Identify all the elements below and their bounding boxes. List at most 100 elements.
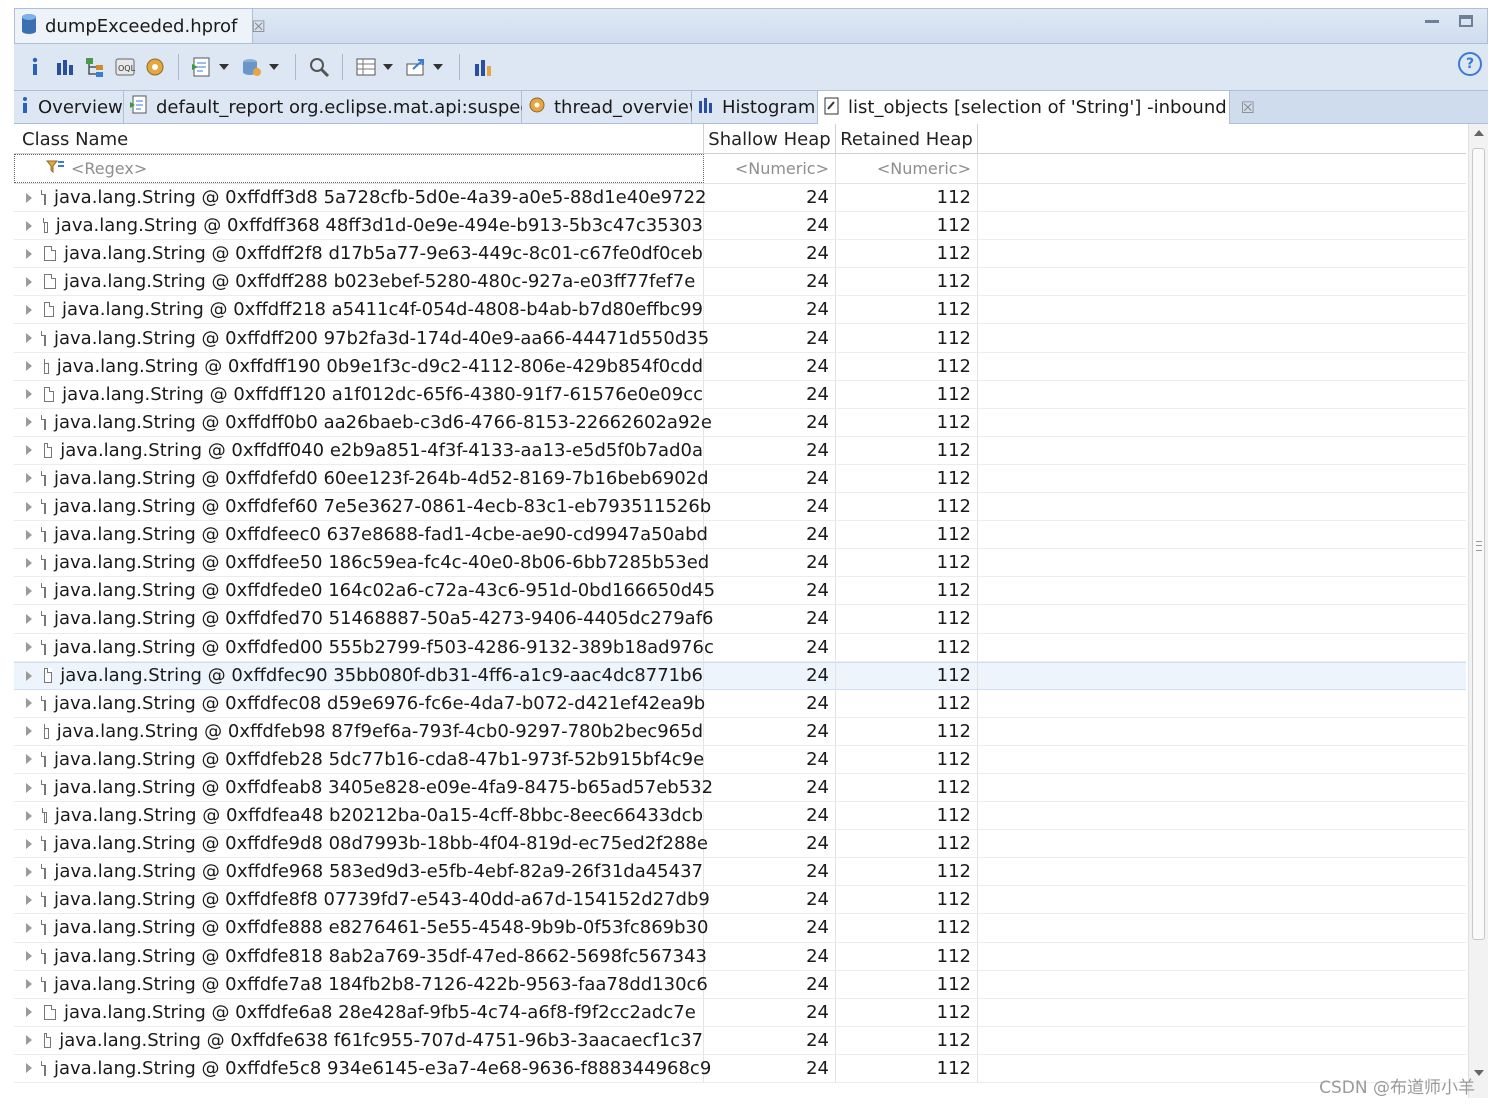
export-icon[interactable] <box>403 54 429 80</box>
expand-arrow-icon[interactable] <box>26 192 32 203</box>
expand-arrow-icon[interactable] <box>26 248 32 259</box>
scroll-down-arrow-icon[interactable] <box>1474 1070 1484 1076</box>
tab-thread-overview[interactable]: thread_overview <box>522 91 704 123</box>
expand-arrow-icon[interactable] <box>26 276 32 287</box>
close-icon[interactable]: ☒ <box>251 17 265 36</box>
expand-arrow-icon[interactable] <box>26 220 32 231</box>
table-row[interactable]: java.lang.String @ 0xffdfe888 e8276461-5… <box>14 914 1466 943</box>
table-row[interactable]: java.lang.String @ 0xffdfeb98 87f9ef6a-7… <box>14 717 1466 746</box>
column-header-class-name[interactable]: Class Name <box>14 124 704 154</box>
table-row[interactable]: java.lang.String @ 0xffdff3d8 5a728cfb-5… <box>14 184 1466 213</box>
table-row[interactable]: java.lang.String @ 0xffdfeab8 3405e828-e… <box>14 773 1466 803</box>
chevron-down-icon[interactable] <box>219 64 229 70</box>
expand-arrow-icon[interactable] <box>26 642 32 653</box>
table-row[interactable]: java.lang.String @ 0xffdfec08 d59e6976-f… <box>14 689 1466 718</box>
table-row[interactable]: java.lang.String @ 0xffdff120 a1f012dc-6… <box>14 380 1466 409</box>
table-row[interactable]: java.lang.String @ 0xffdfeb28 5dc77b16-c… <box>14 745 1466 774</box>
tab-histogram[interactable]: Histogram <box>692 91 818 123</box>
table-row[interactable]: java.lang.String @ 0xffdfe6a8 28e428af-9… <box>14 998 1466 1027</box>
expand-arrow-icon[interactable] <box>26 726 32 737</box>
search-icon[interactable] <box>306 54 332 80</box>
dominator-tree-icon[interactable] <box>82 54 108 80</box>
expand-arrow-icon[interactable] <box>26 557 32 568</box>
calculate-retained-icon[interactable] <box>470 54 496 80</box>
chevron-down-icon[interactable] <box>383 64 393 70</box>
table-row[interactable]: java.lang.String @ 0xffdfed00 555b2799-f… <box>14 633 1466 662</box>
table-row[interactable]: java.lang.String @ 0xffdfede0 164c02a6-c… <box>14 577 1466 606</box>
retained-heap-filter-input[interactable]: <Numeric> <box>836 154 978 183</box>
expand-arrow-icon[interactable] <box>26 922 32 933</box>
expand-arrow-icon[interactable] <box>26 979 32 990</box>
expand-arrow-icon[interactable] <box>26 754 32 765</box>
table-row[interactable]: java.lang.String @ 0xffdfeec0 637e8688-f… <box>14 521 1466 550</box>
maximize-icon[interactable] <box>1459 15 1473 27</box>
shallow-heap-filter-input[interactable]: <Numeric> <box>704 154 836 183</box>
table-row[interactable]: java.lang.String @ 0xffdff190 0b9e1f3c-d… <box>14 352 1466 381</box>
group-by-icon[interactable] <box>353 54 379 80</box>
expand-arrow-icon[interactable] <box>26 473 32 484</box>
scroll-up-arrow-icon[interactable] <box>1474 130 1484 136</box>
column-header-retained-heap[interactable]: Retained Heap <box>836 124 978 154</box>
table-row[interactable]: java.lang.String @ 0xffdfed70 51468887-5… <box>14 605 1466 634</box>
minimize-icon[interactable] <box>1425 15 1439 27</box>
chevron-down-icon[interactable] <box>433 64 443 70</box>
table-row[interactable]: java.lang.String @ 0xffdff040 e2b9a851-4… <box>14 436 1466 465</box>
oql-icon[interactable]: OQL <box>112 54 138 80</box>
expand-arrow-icon[interactable] <box>26 389 32 400</box>
table-row[interactable]: java.lang.String @ 0xffdfec90 35bb080f-d… <box>14 661 1466 690</box>
expand-arrow-icon[interactable] <box>26 304 32 315</box>
table-row[interactable]: java.lang.String @ 0xffdff288 b023ebef-5… <box>14 268 1466 297</box>
expand-arrow-icon[interactable] <box>26 1063 32 1074</box>
table-row[interactable]: java.lang.String @ 0xffdfe968 583ed9d3-e… <box>14 858 1466 887</box>
vertical-scrollbar[interactable] <box>1468 124 1488 1098</box>
expand-arrow-icon[interactable] <box>26 585 32 596</box>
table-row[interactable]: java.lang.String @ 0xffdfe8f8 07739fd7-e… <box>14 886 1466 915</box>
run-report-icon[interactable] <box>189 54 215 80</box>
expand-arrow-icon[interactable] <box>26 361 32 372</box>
thread-icon[interactable] <box>142 54 168 80</box>
tab-list-objects[interactable]: list_objects [selection of 'String'] -in… <box>818 91 1255 124</box>
close-icon[interactable]: ☒ <box>1241 98 1255 117</box>
expand-arrow-icon[interactable] <box>26 810 32 821</box>
table-row[interactable]: java.lang.String @ 0xffdfe818 8ab2a769-3… <box>14 942 1466 971</box>
expand-arrow-icon[interactable] <box>26 445 32 456</box>
column-header-shallow-heap[interactable]: Shallow Heap <box>704 124 836 154</box>
query-browser-icon[interactable] <box>239 54 265 80</box>
expand-arrow-icon[interactable] <box>26 866 32 877</box>
info-icon[interactable] <box>22 54 48 80</box>
table-row[interactable]: java.lang.String @ 0xffdfee50 186c59ea-f… <box>14 549 1466 578</box>
table-row[interactable]: java.lang.String @ 0xffdff0b0 aa26baeb-c… <box>14 408 1466 437</box>
expand-arrow-icon[interactable] <box>26 1035 32 1046</box>
tab-default-report[interactable]: default_report org.eclipse.mat.api:suspe… <box>124 91 547 123</box>
table-row[interactable]: java.lang.String @ 0xffdfe9d8 08d7993b-1… <box>14 830 1466 859</box>
table-row[interactable]: java.lang.String @ 0xffdfef60 7e5e3627-0… <box>14 493 1466 522</box>
editor-tab-hprof[interactable]: dumpExceeded.hprof ☒ <box>15 9 266 43</box>
regex-filter-input[interactable]: <Regex> <box>14 154 704 183</box>
table-row[interactable]: java.lang.String @ 0xffdff368 48ff3d1d-0… <box>14 212 1466 241</box>
expand-arrow-icon[interactable] <box>26 951 32 962</box>
tab-overview[interactable]: Overview <box>14 91 124 123</box>
table-row[interactable]: java.lang.String @ 0xffdff200 97b2fa3d-1… <box>14 324 1466 353</box>
chevron-down-icon[interactable] <box>269 64 279 70</box>
expand-arrow-icon[interactable] <box>26 894 32 905</box>
expand-arrow-icon[interactable] <box>26 333 32 344</box>
expand-arrow-icon[interactable] <box>26 1007 32 1018</box>
table-row[interactable]: java.lang.String @ 0xffdfe5c8 934e6145-e… <box>14 1054 1466 1083</box>
table-row[interactable]: java.lang.String @ 0xffdfefd0 60ee123f-2… <box>14 464 1466 494</box>
expand-arrow-icon[interactable] <box>26 417 32 428</box>
table-row[interactable]: java.lang.String @ 0xffdfea48 b20212ba-0… <box>14 802 1466 831</box>
histogram-icon[interactable] <box>52 54 78 80</box>
expand-arrow-icon[interactable] <box>26 838 32 849</box>
expand-arrow-icon[interactable] <box>26 782 32 793</box>
table-row[interactable]: java.lang.String @ 0xffdff218 a5411c4f-0… <box>14 296 1466 325</box>
table-row[interactable]: java.lang.String @ 0xffdff2f8 d17b5a77-9… <box>14 240 1466 269</box>
scroll-thumb[interactable] <box>1472 148 1485 940</box>
help-icon[interactable]: ? <box>1458 52 1482 76</box>
expand-arrow-icon[interactable] <box>26 529 32 540</box>
table-row[interactable]: java.lang.String @ 0xffdfe7a8 184fb2b8-7… <box>14 970 1466 999</box>
expand-arrow-icon[interactable] <box>26 501 32 512</box>
expand-arrow-icon[interactable] <box>26 613 32 624</box>
expand-arrow-icon[interactable] <box>26 670 32 681</box>
table-row[interactable]: java.lang.String @ 0xffdfe638 f61fc955-7… <box>14 1026 1466 1055</box>
expand-arrow-icon[interactable] <box>26 698 32 709</box>
